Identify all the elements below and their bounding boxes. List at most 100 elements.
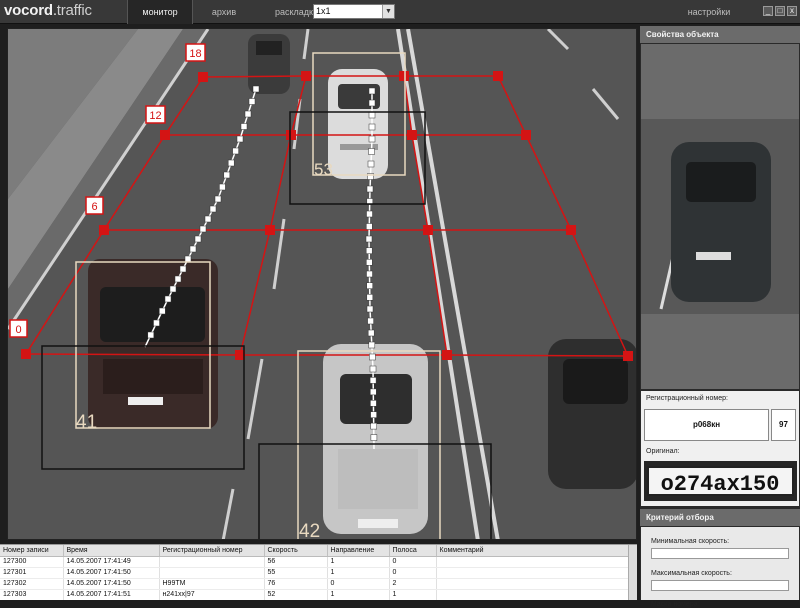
plate-label: Регистрационный номер: bbox=[646, 395, 728, 402]
logo-main: vocord bbox=[4, 2, 53, 19]
plate-section: Регистрационный номер: р068кн 97 Оригина… bbox=[641, 391, 799, 506]
table-row[interactable]: 127300 14.05.2007 17:41:49 56 1 0 bbox=[0, 556, 629, 568]
track-point bbox=[368, 111, 376, 119]
table-cell: н241хх|97 bbox=[159, 589, 265, 600]
chevron-down-icon[interactable]: ▼ bbox=[382, 5, 394, 18]
track-point bbox=[366, 282, 373, 289]
table-cell: 1 bbox=[327, 567, 390, 579]
track-point bbox=[147, 331, 155, 339]
table-cell: 1 bbox=[327, 589, 390, 600]
table-row[interactable]: 127302 14.05.2007 17:41:50 Н99ТМ 76 0 2 bbox=[0, 578, 629, 590]
column-header[interactable]: Направление bbox=[327, 545, 390, 557]
track-point bbox=[368, 148, 375, 155]
min-speed-label: Минимальная скорость: bbox=[651, 538, 730, 545]
logo-rest: traffic bbox=[56, 2, 92, 19]
object-properties-header: Свойства объекта bbox=[640, 26, 800, 43]
tab-monitor[interactable]: монитор bbox=[127, 0, 193, 24]
layout-select-value: 1x1 bbox=[316, 6, 331, 16]
maximize-button[interactable]: □ bbox=[775, 6, 785, 16]
table-cell bbox=[436, 589, 629, 600]
table-cell: 52 bbox=[264, 589, 328, 600]
track-point bbox=[368, 135, 376, 143]
table-cell: 14.05.2007 17:41:49 bbox=[63, 556, 160, 568]
original-plate-image: о274ах150 bbox=[644, 461, 797, 501]
vehicle-car-top bbox=[248, 34, 290, 94]
track-point bbox=[369, 365, 377, 373]
vehicle-id-42: 42 bbox=[299, 521, 320, 540]
track-point bbox=[189, 245, 197, 253]
table-cell: 127300 bbox=[0, 556, 64, 568]
track-point bbox=[204, 215, 212, 223]
svg-text:18: 18 bbox=[189, 48, 201, 60]
video-view[interactable]: 18 12 6 0 53 41 42 bbox=[7, 28, 637, 540]
table-cell: 56 bbox=[264, 556, 328, 568]
track-point bbox=[369, 353, 376, 361]
track-point bbox=[365, 235, 373, 243]
track-point bbox=[366, 294, 374, 301]
distance-label-0: 0 bbox=[9, 319, 28, 338]
vehicle-id-41: 41 bbox=[76, 412, 97, 433]
settings-button[interactable]: настройки bbox=[680, 0, 738, 24]
track-point bbox=[368, 341, 376, 349]
svg-text:12: 12 bbox=[149, 110, 161, 122]
column-header[interactable]: Комментарий bbox=[436, 545, 629, 557]
table-cell: 76 bbox=[264, 578, 328, 590]
tab-archive[interactable]: архив bbox=[194, 0, 254, 24]
track-point bbox=[368, 123, 376, 131]
track-point bbox=[370, 422, 377, 430]
track-point bbox=[366, 223, 373, 230]
max-speed-input[interactable] bbox=[651, 580, 789, 591]
table-cell bbox=[436, 556, 629, 568]
app-logo: vocord.traffic bbox=[4, 2, 92, 20]
table-row[interactable]: 127301 14.05.2007 17:41:50 55 1 0 bbox=[0, 567, 629, 579]
top-bar: vocord.traffic монитор архив раскладка: … bbox=[0, 0, 800, 24]
column-header[interactable]: Скорость bbox=[264, 545, 328, 557]
plate-region-field[interactable]: 97 bbox=[771, 409, 796, 441]
track-point bbox=[194, 235, 202, 243]
plate-mask-label: Маска номера: bbox=[651, 601, 700, 608]
table-cell: 0 bbox=[327, 578, 390, 590]
original-label: Оригинал: bbox=[646, 448, 680, 455]
layout-select[interactable]: 1x1 ▼ bbox=[313, 4, 395, 19]
table-cell bbox=[159, 556, 265, 568]
column-header[interactable]: Полоса bbox=[389, 545, 437, 557]
table-cell: 127302 bbox=[0, 578, 64, 590]
track-point bbox=[367, 160, 375, 168]
vehicle-car-53 bbox=[328, 69, 388, 179]
track-point bbox=[370, 434, 378, 441]
track-point bbox=[169, 285, 177, 293]
track-point bbox=[179, 265, 187, 273]
vehicle-suv-41 bbox=[88, 259, 218, 429]
min-speed-input[interactable] bbox=[651, 548, 789, 559]
column-header[interactable]: Номер записи bbox=[0, 545, 64, 557]
track-point bbox=[159, 307, 166, 315]
table-cell: 127301 bbox=[0, 567, 64, 579]
track-point bbox=[366, 259, 373, 266]
track-point bbox=[366, 210, 373, 218]
table-scrollbar[interactable] bbox=[628, 545, 637, 600]
distance-label-18: 18 bbox=[185, 43, 206, 62]
table-row[interactable]: 127303 14.05.2007 17:41:51 н241хх|97 52 1 1 bbox=[0, 589, 629, 600]
distance-label-6: 6 bbox=[85, 196, 104, 215]
object-snapshot-image bbox=[641, 44, 799, 389]
records-table-grid: Номер записи Время Регистрационный номер… bbox=[0, 545, 629, 600]
track-point bbox=[252, 85, 260, 93]
table-cell bbox=[436, 567, 629, 579]
svg-text:0: 0 bbox=[15, 324, 21, 336]
records-table: Номер записи Время Регистрационный номер… bbox=[0, 544, 637, 600]
max-speed-label: Максимальная скорость: bbox=[651, 570, 732, 577]
column-header[interactable]: Время bbox=[63, 545, 160, 557]
filter-header: Критерий отбора bbox=[640, 509, 800, 526]
vehicle-id-53: 53 bbox=[314, 160, 333, 179]
object-snapshot bbox=[641, 44, 799, 389]
plate-number-field[interactable]: р068кн bbox=[644, 409, 769, 441]
column-header[interactable]: Регистрационный номер bbox=[159, 545, 265, 557]
table-cell: 55 bbox=[264, 567, 328, 579]
vehicle-car-right bbox=[548, 339, 636, 489]
close-button[interactable]: x bbox=[787, 6, 797, 16]
track-point bbox=[209, 205, 217, 213]
track-point bbox=[370, 400, 377, 407]
table-cell: 0 bbox=[389, 556, 437, 568]
table-cell: 14.05.2007 17:41:51 bbox=[63, 589, 160, 600]
minimize-button[interactable]: _ bbox=[763, 6, 773, 16]
